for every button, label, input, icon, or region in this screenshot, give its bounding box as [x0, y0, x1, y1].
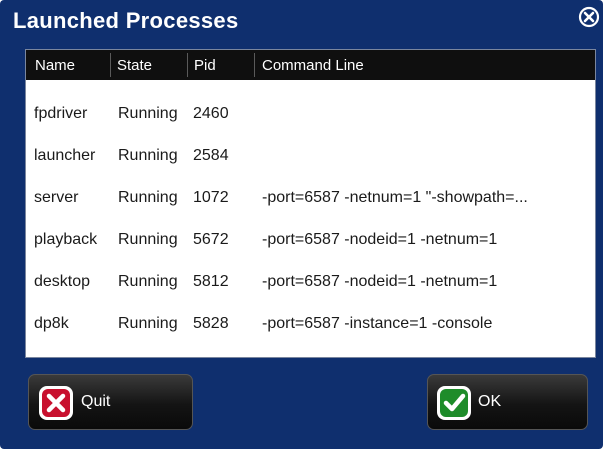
process-pid: 5828: [193, 315, 229, 332]
column-divider: [254, 53, 255, 77]
process-state: Running: [118, 105, 178, 122]
process-name: fpdriver: [34, 105, 88, 122]
column-header-name[interactable]: Name: [35, 57, 75, 74]
quit-button[interactable]: Quit: [28, 374, 193, 430]
process-name: desktop: [34, 273, 91, 290]
process-name: launcher: [34, 147, 96, 164]
column-divider: [187, 53, 188, 77]
process-name: playback: [34, 231, 98, 248]
process-command-line: -port=6587 -instance=1 -console: [262, 315, 493, 332]
process-command-line: -port=6587 -nodeid=1 -netnum=1: [262, 231, 498, 248]
process-state: Running: [118, 147, 178, 164]
process-name: dp8k: [34, 315, 69, 332]
column-divider: [110, 53, 111, 77]
ok-button[interactable]: OK: [427, 374, 588, 430]
launched-processes-dialog: Launched Processes Name State Pid Comman…: [0, 0, 603, 449]
process-command-line: -port=6587 -nodeid=1 -netnum=1: [262, 273, 498, 290]
process-table: Name State Pid Command Line fpdriver Run…: [25, 49, 596, 358]
table-row[interactable]: playback Running 5672 -port=6587 -nodeid…: [26, 220, 595, 260]
table-row[interactable]: server Running 1072 -port=6587 -netnum=1…: [26, 178, 595, 218]
process-pid: 2460: [193, 105, 229, 122]
ok-label: OK: [478, 393, 502, 410]
column-header-pid[interactable]: Pid: [194, 57, 216, 74]
red-x-icon: [38, 385, 74, 421]
title-bar: Launched Processes: [0, 0, 603, 42]
process-pid: 5672: [193, 231, 229, 248]
table-row[interactable]: fpdriver Running 2460: [26, 94, 595, 134]
table-row[interactable]: launcher Running 2584: [26, 136, 595, 176]
dialog-title: Launched Processes: [13, 8, 239, 33]
process-state: Running: [118, 189, 178, 206]
table-header: Name State Pid Command Line: [26, 50, 595, 80]
process-state: Running: [118, 231, 178, 248]
quit-label: Quit: [81, 393, 111, 410]
process-pid: 2584: [193, 147, 229, 164]
column-header-state[interactable]: State: [117, 57, 152, 74]
table-row[interactable]: desktop Running 5812 -port=6587 -nodeid=…: [26, 262, 595, 302]
process-state: Running: [118, 273, 178, 290]
process-pid: 5812: [193, 273, 229, 290]
close-icon[interactable]: [578, 6, 600, 28]
table-row[interactable]: dp8k Running 5828 -port=6587 -instance=1…: [26, 304, 595, 344]
process-name: server: [34, 189, 79, 206]
process-state: Running: [118, 315, 178, 332]
process-command-line: -port=6587 -netnum=1 "-showpath=...: [262, 189, 528, 206]
green-check-icon: [436, 385, 472, 421]
column-header-command-line[interactable]: Command Line: [262, 57, 364, 74]
process-pid: 1072: [193, 189, 229, 206]
